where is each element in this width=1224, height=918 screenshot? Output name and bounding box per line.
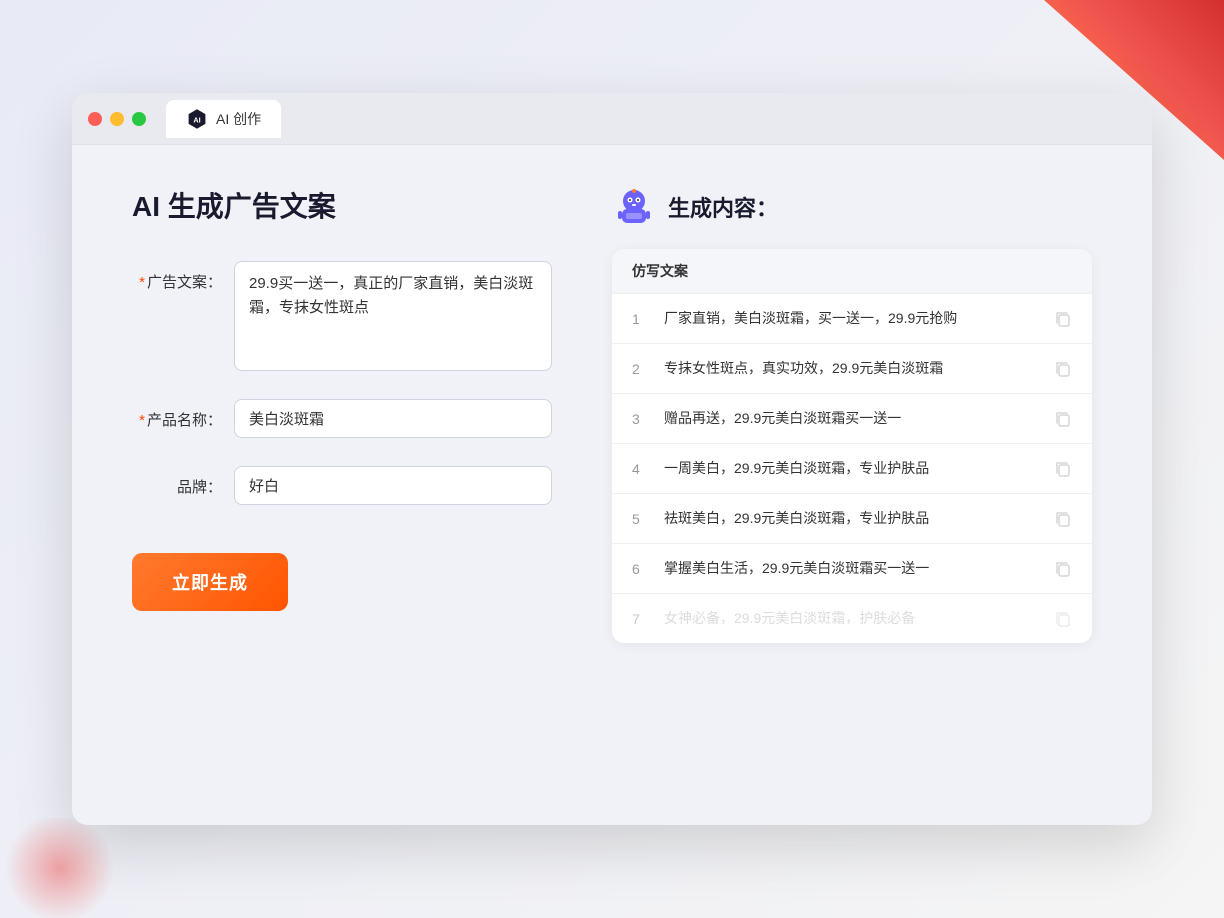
row-number: 7: [632, 611, 652, 627]
robot-icon: [612, 185, 656, 229]
table-row: 2 专抹女性斑点，真实功效，29.9元美白淡斑霜: [612, 344, 1092, 394]
row-number: 5: [632, 511, 652, 527]
title-bar: AI AI 创作: [72, 93, 1152, 145]
row-text: 掌握美白生活，29.9元美白淡斑霜买一送一: [664, 558, 1042, 579]
ad-copy-input[interactable]: [234, 261, 552, 371]
table-row: 7 女神必备，29.9元美白淡斑霜，护肤必备: [612, 594, 1092, 643]
row-text: 女神必备，29.9元美白淡斑霜，护肤必备: [664, 608, 1042, 629]
product-name-input[interactable]: [234, 399, 552, 438]
result-table: 仿写文案 1 厂家直销，美白淡斑霜，买一送一，29.9元抢购 2 专抹女性斑点，…: [612, 249, 1092, 643]
row-number: 2: [632, 361, 652, 377]
row-text: 祛斑美白，29.9元美白淡斑霜，专业护肤品: [664, 508, 1042, 529]
row-number: 1: [632, 311, 652, 327]
ad-copy-label: *广告文案：: [132, 261, 222, 292]
required-star-product: *: [139, 412, 145, 429]
page-title: AI 生成广告文案: [132, 185, 552, 225]
brand-label: 品牌：: [132, 466, 222, 497]
row-number: 3: [632, 411, 652, 427]
copy-icon[interactable]: [1054, 310, 1072, 328]
row-text: 赠品再送，29.9元美白淡斑霜买一送一: [664, 408, 1042, 429]
close-button[interactable]: [88, 112, 102, 126]
ad-copy-row: *广告文案：: [132, 261, 552, 371]
copy-icon[interactable]: [1054, 360, 1072, 378]
brand-input[interactable]: [234, 466, 552, 505]
left-panel: AI 生成广告文案 *广告文案： *产品名称： 品牌： 立: [132, 185, 552, 785]
row-text: 厂家直销，美白淡斑霜，买一送一，29.9元抢购: [664, 308, 1042, 329]
result-title: 生成内容：: [668, 191, 778, 223]
copy-icon[interactable]: [1054, 610, 1072, 628]
copy-icon[interactable]: [1054, 460, 1072, 478]
copy-icon[interactable]: [1054, 560, 1072, 578]
table-header: 仿写文案: [612, 249, 1092, 294]
svg-text:AI: AI: [193, 115, 200, 124]
tab-label: AI 创作: [216, 109, 261, 129]
browser-window: AI AI 创作 AI 生成广告文案 *广告文案： *产品名称：: [72, 93, 1152, 825]
product-name-label: *产品名称：: [132, 399, 222, 430]
row-number: 4: [632, 461, 652, 477]
copy-icon[interactable]: [1054, 510, 1072, 528]
ai-tab-icon: AI: [186, 108, 208, 130]
table-row: 6 掌握美白生活，29.9元美白淡斑霜买一送一: [612, 544, 1092, 594]
brand-row: 品牌：: [132, 466, 552, 505]
table-row: 3 赠品再送，29.9元美白淡斑霜买一送一: [612, 394, 1092, 444]
row-number: 6: [632, 561, 652, 577]
ai-creation-tab[interactable]: AI AI 创作: [166, 100, 281, 138]
table-row: 4 一周美白，29.9元美白淡斑霜，专业护肤品: [612, 444, 1092, 494]
copy-icon[interactable]: [1054, 410, 1072, 428]
minimize-button[interactable]: [110, 112, 124, 126]
table-row: 5 祛斑美白，29.9元美白淡斑霜，专业护肤品: [612, 494, 1092, 544]
generate-button[interactable]: 立即生成: [132, 553, 288, 611]
row-text: 专抹女性斑点，真实功效，29.9元美白淡斑霜: [664, 358, 1042, 379]
table-row: 1 厂家直销，美白淡斑霜，买一送一，29.9元抢购: [612, 294, 1092, 344]
maximize-button[interactable]: [132, 112, 146, 126]
product-name-row: *产品名称：: [132, 399, 552, 438]
required-star-ad: *: [139, 274, 145, 291]
window-controls: [88, 112, 146, 126]
result-header: 生成内容：: [612, 185, 1092, 229]
main-content: AI 生成广告文案 *广告文案： *产品名称： 品牌： 立: [72, 145, 1152, 825]
row-text: 一周美白，29.9元美白淡斑霜，专业护肤品: [664, 458, 1042, 479]
right-panel: 生成内容： 仿写文案 1 厂家直销，美白淡斑霜，买一送一，29.9元抢购: [612, 185, 1092, 785]
